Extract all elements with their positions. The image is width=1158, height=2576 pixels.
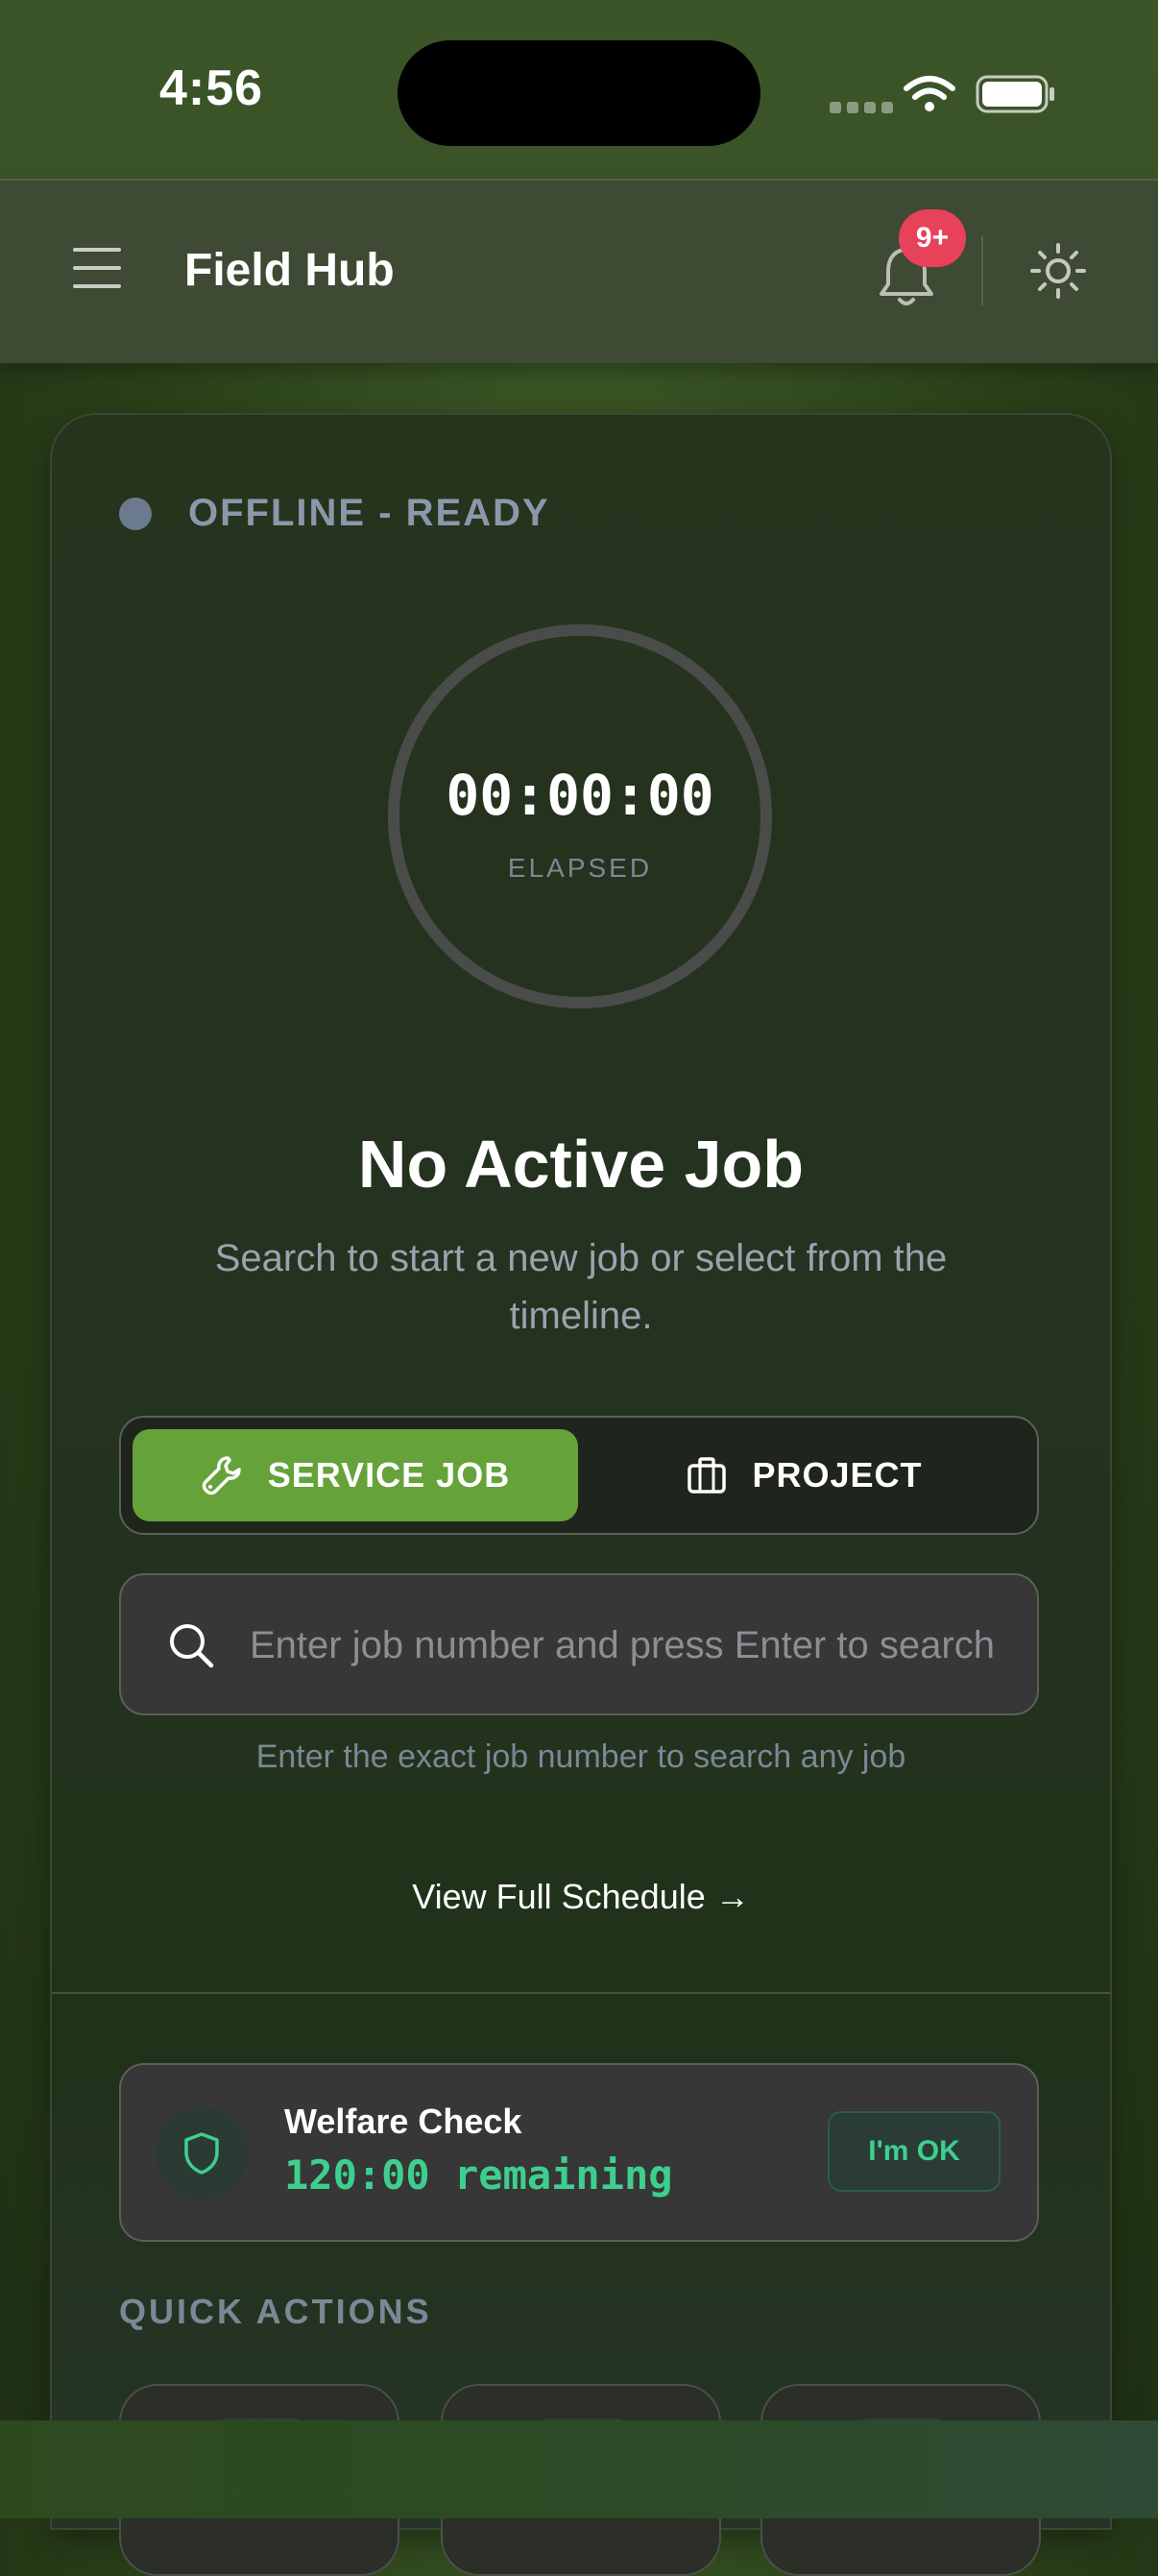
wrench-icon [202, 1456, 241, 1495]
timer-label: ELAPSED [507, 853, 653, 883]
section-divider [52, 1992, 1110, 1994]
dynamic-island [398, 40, 760, 146]
search-hint: Enter the exact job number to search any… [255, 1738, 906, 1775]
search-icon [170, 1624, 214, 1668]
project-label: PROJECT [752, 1455, 923, 1495]
welfare-shield-badge [156, 2107, 248, 2199]
connection-status: OFFLINE - READY [119, 492, 550, 535]
service-job-tab[interactable]: SERVICE JOB [133, 1429, 578, 1521]
status-indicator-dot [119, 497, 152, 530]
cellular-signal-icon [830, 102, 893, 113]
project-tab[interactable]: PROJECT [582, 1429, 1027, 1521]
shield-icon [184, 2132, 219, 2175]
sun-icon[interactable] [1029, 242, 1087, 300]
connection-status-text: OFFLINE - READY [188, 492, 550, 534]
welfare-check-card: Welfare Check 120:00 remaining I'm OK [119, 2063, 1039, 2242]
job-title: No Active Job [357, 1127, 805, 1202]
battery-icon [976, 75, 1054, 113]
wifi-icon [904, 76, 955, 111]
job-subtitle: Search to start a new job or select from… [214, 1237, 948, 1337]
active-job-card: OFFLINE - READY 00:00:00 ELAPSED No Acti… [50, 413, 1112, 2576]
hamburger-menu-icon[interactable] [73, 246, 121, 290]
welfare-title: Welfare Check [284, 2102, 522, 2141]
job-search-box [119, 1573, 1039, 1715]
timer-value: 00:00:00 [446, 763, 714, 828]
service-job-label: SERVICE JOB [267, 1455, 511, 1495]
status-time: 4:56 [159, 61, 264, 116]
timer-ring: 00:00:00 ELAPSED [388, 624, 772, 1009]
app-header: Field Hub 9+ [0, 179, 1158, 363]
notification-badge: 9+ [899, 209, 966, 267]
view-full-schedule-link[interactable]: View Full Schedule → [52, 1877, 1110, 1917]
briefcase-icon [688, 1457, 727, 1494]
bottom-bar [0, 2420, 1158, 2518]
welfare-remaining: 120:00 remaining [284, 2151, 673, 2199]
quick-actions-title: QUICK ACTIONS [119, 2292, 432, 2331]
job-search-input[interactable] [248, 1575, 1029, 1713]
app-title: Field Hub [184, 245, 395, 296]
im-ok-button[interactable]: I'm OK [828, 2111, 1001, 2192]
header-divider [981, 236, 983, 305]
job-type-toggle: SERVICE JOB PROJECT [119, 1416, 1039, 1535]
status-bar: 4:56 [0, 0, 1158, 179]
